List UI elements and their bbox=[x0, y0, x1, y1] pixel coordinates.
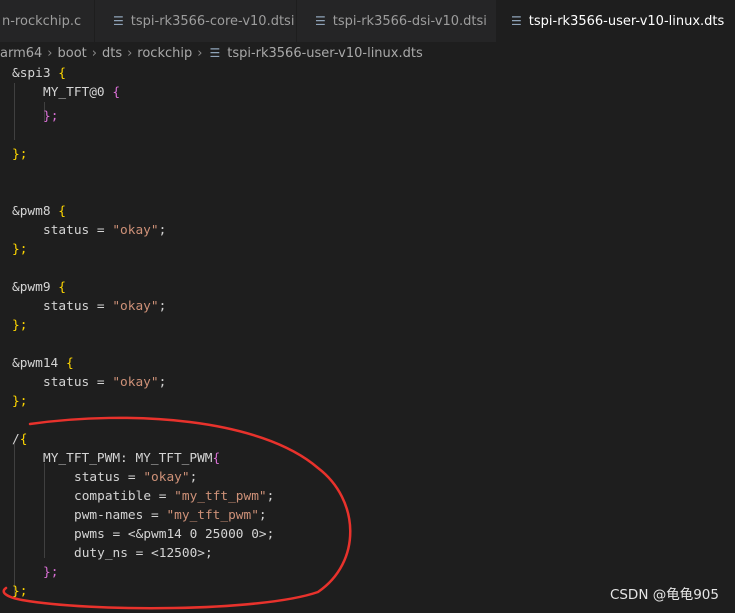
code-line: pwm-names = "my_tft_pwm"; bbox=[74, 508, 267, 523]
indent-guide bbox=[14, 444, 15, 596]
code-line: compatible = "my_tft_pwm"; bbox=[74, 489, 275, 504]
code-line: status = "okay"; bbox=[43, 299, 167, 314]
tab-core-dtsi[interactable]: ☰ tspi-rk3566-core-v10.dtsi bbox=[95, 0, 297, 42]
watermark: CSDN @龟龟905 bbox=[609, 587, 719, 603]
code-editor[interactable]: &spi3 { MY_TFT@0 { }; }; &pwm8 { status … bbox=[0, 64, 735, 613]
breadcrumb-item-dts[interactable]: dts bbox=[102, 46, 122, 61]
code-line: }; bbox=[12, 394, 28, 409]
code-line: &pwm14 { bbox=[12, 356, 74, 371]
code-line: status = "okay"; bbox=[74, 470, 198, 485]
tab-label: tspi-rk3566-core-v10.dtsi bbox=[130, 13, 295, 29]
code-line: }; bbox=[43, 565, 59, 580]
code-line: &spi3 { bbox=[12, 66, 66, 81]
chevron-right-icon: › bbox=[47, 45, 53, 61]
tab-bar: n-rockchip.c ☰ tspi-rk3566-core-v10.dtsi… bbox=[0, 0, 735, 42]
tab-rockchip-c[interactable]: n-rockchip.c bbox=[0, 0, 95, 42]
code-line: status = "okay"; bbox=[43, 223, 167, 238]
indent-guide bbox=[44, 463, 45, 558]
code-line: pwms = <&pwm14 0 25000 0>; bbox=[74, 527, 275, 542]
tab-label: tspi-rk3566-user-v10-linux.dts bbox=[528, 13, 725, 29]
code-line: }; bbox=[12, 584, 28, 599]
breadcrumb-item-rockchip[interactable]: rockchip bbox=[137, 46, 192, 61]
code-line: &pwm8 { bbox=[12, 204, 66, 219]
tab-user-dts[interactable]: ☰ tspi-rk3566-user-v10-linux.dts ✕ bbox=[497, 0, 735, 42]
breadcrumb-item-boot[interactable]: boot bbox=[58, 46, 87, 61]
code-line: }; bbox=[12, 318, 28, 333]
tab-label: tspi-rk3566-dsi-v10.dtsi bbox=[332, 13, 487, 29]
code-line: MY_TFT@0 { bbox=[43, 85, 121, 100]
code-line: duty_ns = <12500>; bbox=[74, 546, 213, 561]
chevron-right-icon: › bbox=[127, 45, 133, 61]
list-file-icon: ☰ bbox=[113, 14, 124, 28]
code-line: /{ bbox=[12, 432, 28, 447]
indent-guide bbox=[14, 83, 15, 140]
tab-dsi-dtsi[interactable]: ☰ tspi-rk3566-dsi-v10.dtsi bbox=[297, 0, 497, 42]
code-line: }; bbox=[43, 109, 59, 124]
code-line: MY_TFT_PWM: MY_TFT_PWM{ bbox=[43, 451, 221, 466]
list-file-icon: ☰ bbox=[511, 14, 522, 28]
breadcrumb-item-file[interactable]: tspi-rk3566-user-v10-linux.dts bbox=[227, 46, 423, 61]
code-line: status = "okay"; bbox=[43, 375, 167, 390]
list-file-icon: ☰ bbox=[315, 14, 326, 28]
chevron-right-icon: › bbox=[91, 45, 97, 61]
breadcrumb-item-arm64[interactable]: arm64 bbox=[0, 46, 42, 61]
code-line: &pwm9 { bbox=[12, 280, 66, 295]
list-file-icon: ☰ bbox=[209, 46, 221, 60]
code-line: }; bbox=[12, 242, 28, 257]
code-line: }; bbox=[12, 147, 28, 162]
breadcrumb: arm64 › boot › dts › rockchip › ☰ tspi-rk356… bbox=[0, 42, 735, 64]
chevron-right-icon: › bbox=[197, 45, 203, 61]
tab-label: n-rockchip.c bbox=[2, 13, 82, 29]
